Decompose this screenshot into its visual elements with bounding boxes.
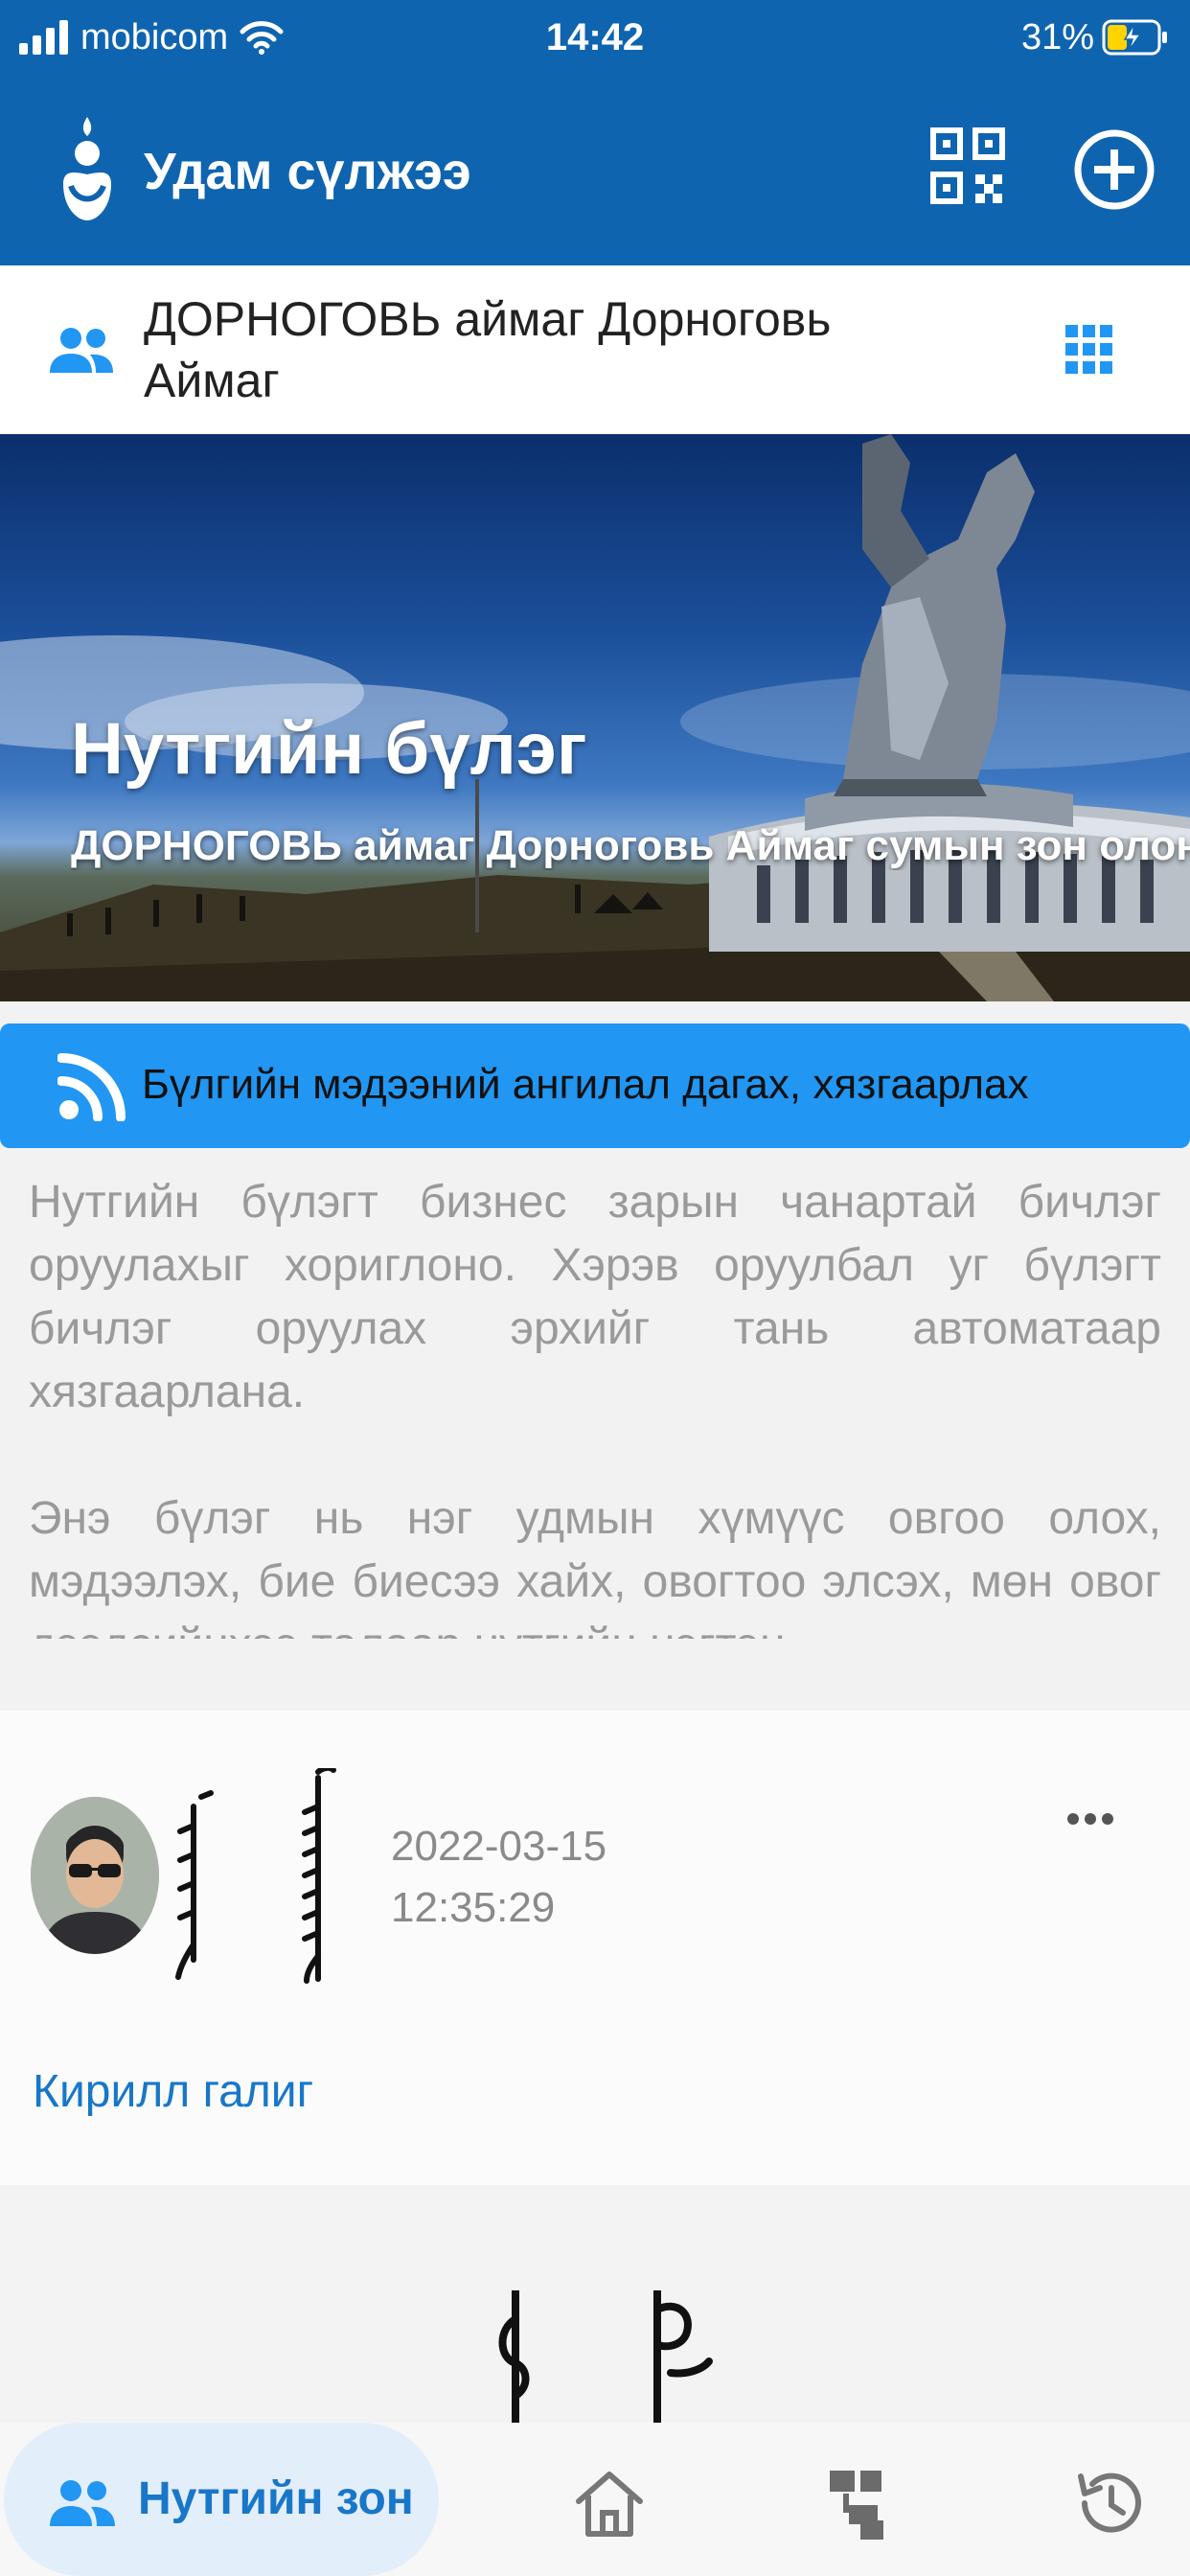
nav-item-local-clan[interactable]: Нутгийн зон xyxy=(4,2423,439,2576)
status-right: 31% xyxy=(1021,13,1169,61)
rules-paragraph-1: Нутгийн бүлэгт бизнес зарын чанартай бич… xyxy=(29,1177,1161,1417)
bottom-nav: Нутгийн зон xyxy=(0,2423,1190,2576)
app-logo-icon xyxy=(63,117,111,220)
hero-subtitle: ДОРНОГОВЬ аймаг Дорноговь Аймаг сумын зо… xyxy=(71,822,1190,869)
group-hero-banner: Нутгийн бүлэг ДОРНОГОВЬ аймаг Дорноговь … xyxy=(0,434,1190,1001)
post-content xyxy=(0,2185,1190,2428)
avatar[interactable] xyxy=(31,1797,159,1954)
tree-icon[interactable] xyxy=(822,2465,899,2542)
history-icon[interactable] xyxy=(1071,2465,1148,2542)
group-rules-text: Нутгийн бүлэгт бизнес зарын чанартай бич… xyxy=(29,1171,1161,1639)
app-header: mobicom 14:42 31% Удам сүлжээ xyxy=(0,0,1190,265)
app-bar: Удам сүлжээ xyxy=(0,105,1190,240)
add-circle-icon[interactable] xyxy=(1071,126,1157,213)
group-name: ДОРНОГОВЬ аймаг Дорноговь Аймаг xyxy=(144,292,832,407)
battery-charging-icon xyxy=(1102,19,1167,56)
mongolian-script-content xyxy=(498,2290,713,2428)
rules-paragraph-2: Энэ бүлэг нь нэг удмын хүмүүс овгоо олох… xyxy=(29,1493,1161,1639)
mongolian-script-author-name xyxy=(175,1768,336,1984)
status-bar: mobicom 14:42 31% xyxy=(0,0,1190,77)
grid-icon[interactable] xyxy=(1064,321,1115,379)
qr-code-icon[interactable] xyxy=(929,125,1006,211)
hero-title: Нутгийн бүлэг xyxy=(71,708,587,790)
rss-icon xyxy=(57,1053,126,1121)
nav-active-label: Нутгийн зон xyxy=(138,2473,414,2524)
home-icon[interactable] xyxy=(571,2465,648,2542)
people-icon xyxy=(50,2480,115,2526)
group-selector[interactable]: ДОРНОГОВЬ аймаг Дорноговь Аймаг xyxy=(0,265,1190,434)
post-card: 2022-03-15 12:35:29 Кирилл галиг xyxy=(0,1711,1190,2185)
more-horizontal-icon[interactable] xyxy=(1062,1805,1119,1833)
post-date: 2022-03-15 xyxy=(391,1823,607,1870)
battery-percent: 31% xyxy=(1020,16,1094,58)
category-subscribe-button[interactable]: Бүлгийн мэдээний ангилал дагах, хязгаарл… xyxy=(0,1024,1190,1148)
post-time: 12:35:29 xyxy=(391,1884,556,1931)
status-time: 14:42 xyxy=(545,16,645,58)
post-timestamp: 2022-03-15 12:35:29 xyxy=(391,1816,606,1939)
cyrillic-transliteration-link[interactable]: Кирилл галиг xyxy=(33,2065,313,2118)
people-icon xyxy=(50,328,113,373)
subscribe-label: Бүлгийн мэдээний ангилал дагах, хязгаарл… xyxy=(142,1061,1029,1108)
app-title: Удам сүлжээ xyxy=(144,143,471,200)
